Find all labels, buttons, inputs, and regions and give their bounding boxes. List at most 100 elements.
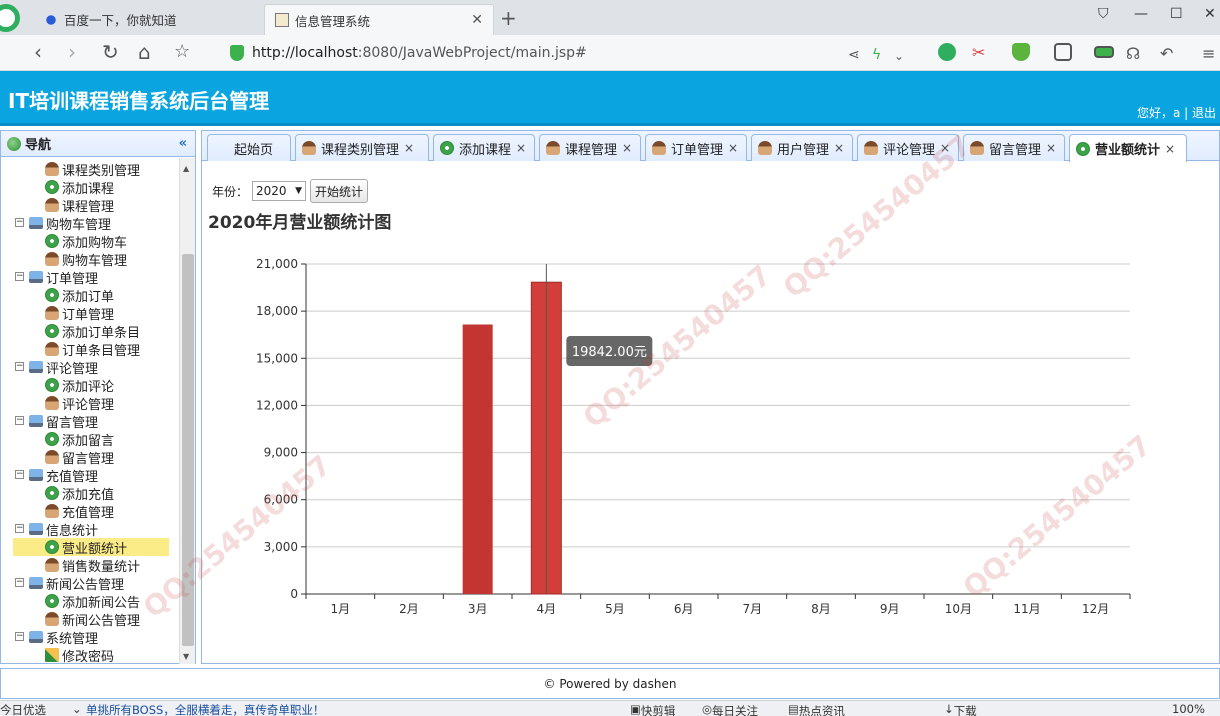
nav-item[interactable]: 留言管理 — [29, 412, 98, 431]
reload-icon[interactable]: ↻ — [102, 41, 119, 63]
add-icon — [45, 324, 59, 338]
scroll-thumb[interactable] — [182, 254, 194, 646]
nav-item[interactable]: 营业额统计 — [13, 538, 169, 557]
back-icon[interactable]: ‹ — [34, 41, 42, 63]
status-item-download[interactable]: ↓ 下载 — [944, 702, 977, 716]
status-item-clip[interactable]: ▣ 快剪辑 — [630, 702, 675, 716]
nav-item[interactable]: 购物车管理 — [45, 250, 127, 269]
browser-tab-baidu[interactable]: 百度一下，你就知道 — [34, 4, 262, 35]
scroll-down-icon[interactable]: ▼ — [183, 652, 189, 661]
forward-icon[interactable]: › — [68, 41, 76, 63]
close-tab-icon[interactable]: ✕ — [471, 12, 483, 28]
nav-item[interactable]: 添加留言 — [45, 430, 115, 449]
security-icon[interactable] — [1012, 43, 1030, 61]
tree-toggle-icon[interactable]: − — [15, 470, 24, 479]
apps-icon[interactable] — [1054, 43, 1072, 61]
address-bar[interactable]: http://localhost:8080/JavaWebProject/mai… — [230, 40, 910, 66]
nav-item[interactable]: 添加充值 — [45, 484, 114, 503]
user-icon — [45, 396, 59, 410]
home-icon[interactable]: ⌂ — [138, 41, 151, 63]
chevron-down-icon[interactable]: ⌄ — [894, 45, 904, 67]
user-icon — [45, 504, 59, 518]
collapse-icon[interactable]: « — [179, 136, 187, 151]
status-ticker[interactable]: 单挑所有BOSS，全服横着走，真传奇单职业！ — [86, 702, 324, 716]
browser-tab-title: 信息管理系统 — [295, 13, 371, 29]
nav-item[interactable]: 新闻公告管理 — [29, 574, 124, 593]
nav-item[interactable]: 添加订单条目 — [45, 322, 140, 341]
nav-item[interactable]: 新闻公告管理 — [45, 610, 141, 629]
nav-item-label: 新闻公告管理 — [62, 613, 141, 629]
tree-toggle-icon[interactable]: − — [15, 416, 24, 425]
user-icon — [45, 612, 59, 626]
tree-toggle-icon[interactable]: − — [15, 632, 24, 641]
nav-item[interactable]: 订单条目管理 — [45, 340, 140, 359]
nav-item[interactable]: 系统管理 — [29, 628, 98, 647]
browser-tab-current[interactable]: 信息管理系统 ✕ — [264, 4, 494, 35]
nav-item[interactable]: 销售数量统计 — [45, 556, 140, 575]
new-tab-icon[interactable]: + — [500, 6, 517, 30]
extension-icon[interactable] — [938, 43, 956, 61]
tree-toggle-icon[interactable]: − — [15, 272, 24, 281]
headphones-icon[interactable]: ☊ — [1126, 43, 1140, 65]
nav-item[interactable]: 信息统计 — [29, 520, 98, 539]
welcome-text: 您好，a — [1136, 106, 1181, 120]
nav-item[interactable]: 添加评论 — [45, 376, 114, 395]
nav-item[interactable]: 添加课程 — [45, 178, 114, 197]
nav-item[interactable]: 添加新闻公告 — [45, 592, 140, 611]
nav-tree: 课程类别管理 添加课程 课程管理 购物车管理 − 添加购物车 购物车管理 订单管理 − 添加订单订… — [1, 158, 179, 664]
x-tick-label: 2月 — [399, 602, 419, 616]
nav-item[interactable]: 订单管理 — [29, 268, 98, 287]
y-tick-label: 0 — [290, 587, 298, 601]
scroll-up-icon[interactable]: ▲ — [183, 164, 189, 173]
status-item-news[interactable]: ▤ 热点资讯 — [788, 702, 845, 716]
add-icon — [45, 378, 59, 392]
scissors-icon[interactable]: ✂ — [972, 43, 990, 62]
status-left[interactable]: 今日优选 — [0, 702, 46, 716]
minimize-icon[interactable]: — — [1134, 6, 1148, 22]
main-panel: 起始页 课程类别管理 × 添加课程 × 课程管理 × 订单管理 × 用户管理 × 评论管理 × 留言管理 ×… — [201, 130, 1220, 664]
nav-item[interactable]: 课程管理 — [45, 196, 114, 215]
nav-item[interactable]: 评论管理 — [29, 358, 98, 377]
nav-item[interactable]: 充值管理 — [29, 466, 99, 485]
nav-item[interactable]: 课程类别管理 — [45, 160, 140, 179]
undo-icon[interactable]: ↶ — [1160, 43, 1173, 65]
menu-icon[interactable]: ≡ — [1202, 43, 1215, 65]
status-item-follow[interactable]: ◎ 每日关注 — [702, 702, 758, 716]
nav-item[interactable]: 修改密码 — [45, 646, 114, 664]
logout-link[interactable]: 退出 — [1192, 106, 1216, 120]
x-tick-label: 8月 — [811, 602, 831, 616]
computer-icon — [29, 217, 43, 229]
nav-scrollbar[interactable]: ▲ ▼ — [179, 158, 195, 664]
shirt-icon[interactable]: ⛉ — [1098, 6, 1109, 22]
y-tick-label: 6,000 — [264, 493, 298, 507]
x-tick-label: 6月 — [674, 602, 694, 616]
nav-item[interactable]: 添加购物车 — [45, 232, 128, 251]
nav-item[interactable]: 充值管理 — [45, 502, 114, 521]
nav-item-label: 评论管理 — [62, 397, 115, 413]
tree-toggle-icon[interactable]: − — [15, 524, 24, 533]
nav-item-label: 添加购物车 — [62, 235, 128, 251]
maximize-icon[interactable]: ☐ — [1170, 6, 1183, 22]
lightning-icon[interactable]: ϟ — [872, 44, 881, 66]
battery-icon[interactable] — [1094, 46, 1114, 58]
nav-item[interactable]: 购物车管理 — [29, 214, 111, 233]
status-zoom[interactable]: 100% — [1172, 702, 1205, 716]
nav-item[interactable]: 订单管理 — [45, 304, 114, 323]
tree-toggle-icon[interactable]: − — [15, 362, 24, 371]
tree-toggle-icon[interactable]: − — [15, 218, 24, 227]
share-icon[interactable]: ⋖ — [848, 44, 860, 66]
tree-toggle-icon[interactable]: − — [15, 578, 24, 587]
page-footer: © Powered by dashen — [0, 668, 1220, 699]
nav-item[interactable]: 留言管理 — [45, 448, 114, 467]
paw-icon — [44, 12, 58, 27]
nav-item[interactable]: 添加订单 — [45, 286, 114, 305]
nav-item-label: 添加留言 — [62, 433, 115, 449]
nav-item-label: 充值管理 — [46, 469, 99, 485]
nav-title: 导航 — [25, 138, 52, 153]
window-close-icon[interactable]: ✕ — [1204, 6, 1216, 22]
bar — [462, 324, 493, 594]
add-icon — [45, 288, 59, 302]
star-icon[interactable]: ☆ — [174, 41, 190, 63]
nav-item[interactable]: 评论管理 — [45, 394, 115, 413]
nav-item-label: 修改密码 — [62, 649, 115, 665]
